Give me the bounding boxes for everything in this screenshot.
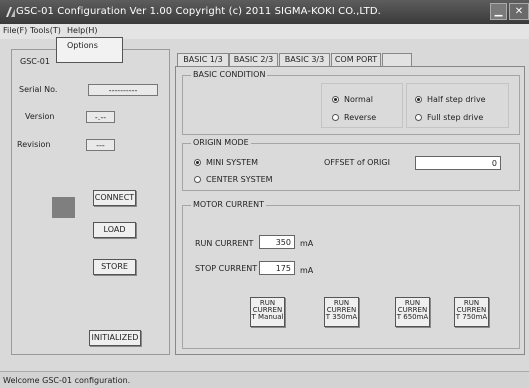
origin-mode-group: ORIGIN MODE MINI SYSTEM CENTER SYSTEM OF… bbox=[182, 138, 520, 191]
center-system-radio[interactable] bbox=[194, 176, 201, 183]
tab-basic-1[interactable]: BASIC 1/3 bbox=[177, 53, 229, 66]
run-current-unit: mA bbox=[300, 239, 314, 248]
menu-file[interactable]: File(F) bbox=[3, 26, 27, 35]
close-icon: ✕ bbox=[514, 6, 524, 17]
title-bar: GSC-01 Configuration Ver 1.00 Copyright … bbox=[0, 0, 529, 24]
motor-current-title: MOTOR CURRENT bbox=[191, 200, 266, 209]
run-current-label: RUN CURRENT bbox=[195, 239, 254, 248]
stop-current-label: STOP CURRENT bbox=[195, 264, 258, 273]
minimize-icon: ▁ bbox=[494, 6, 503, 17]
revision-label: Revision bbox=[17, 140, 51, 149]
status-bar: Welcome GSC-01 configuration. bbox=[0, 371, 529, 388]
origin-mode-title: ORIGIN MODE bbox=[191, 138, 251, 147]
normal-label: Normal bbox=[344, 95, 373, 104]
stop-current-unit: mA bbox=[300, 266, 314, 275]
run-current-650-button[interactable]: RUN CURREN T 650mA bbox=[395, 297, 430, 327]
store-button[interactable]: STORE bbox=[93, 259, 136, 275]
menu-tools[interactable]: Tools(T) bbox=[30, 26, 61, 35]
serial-value: ---------- bbox=[88, 84, 158, 96]
full-step-radio[interactable] bbox=[415, 114, 422, 121]
button-line-3: T 750mA bbox=[455, 313, 488, 321]
connect-button[interactable]: CONNECT bbox=[93, 190, 136, 206]
basic-condition-group: BASIC CONDITION Normal Reverse Half step… bbox=[182, 70, 520, 135]
button-line-3: T Manual bbox=[251, 313, 284, 321]
run-current-350-button[interactable]: RUN CURREN T 350mA bbox=[324, 297, 359, 327]
app-window: GSC-01 Configuration Ver 1.00 Copyright … bbox=[0, 0, 529, 388]
direction-subgroup: Normal Reverse bbox=[321, 83, 403, 128]
run-current-manual-button[interactable]: RUN CURREN T Manual bbox=[250, 297, 285, 327]
stop-current-input[interactable]: 175 bbox=[259, 261, 295, 275]
version-value: -.-- bbox=[86, 111, 115, 123]
tab-basic-3[interactable]: BASIC 3/3 bbox=[279, 53, 330, 66]
button-line-3: T 350mA bbox=[325, 313, 358, 321]
window-title: GSC-01 Configuration Ver 1.00 Copyright … bbox=[16, 6, 381, 17]
step-subgroup: Half step drive Full step drive bbox=[406, 83, 509, 128]
revision-value: --- bbox=[86, 139, 115, 151]
minimize-button[interactable]: ▁ bbox=[490, 3, 507, 20]
half-step-radio[interactable] bbox=[415, 96, 422, 103]
serial-label: Serial No. bbox=[19, 85, 58, 94]
initialized-button[interactable]: INITIALIZED bbox=[89, 330, 141, 346]
reverse-label: Reverse bbox=[344, 113, 377, 122]
normal-radio[interactable] bbox=[332, 96, 339, 103]
close-button[interactable]: ✕ bbox=[509, 3, 529, 20]
tab-basic-2[interactable]: BASIC 2/3 bbox=[229, 53, 278, 66]
menu-help[interactable]: Help(H) bbox=[67, 26, 98, 35]
device-info-panel: GSC-01 Serial No. ---------- Version -.-… bbox=[11, 49, 170, 355]
button-line-3: T 650mA bbox=[396, 313, 429, 321]
offset-label: OFFSET of ORIGI bbox=[324, 158, 390, 167]
run-current-input[interactable]: 350 bbox=[259, 235, 295, 249]
status-text: Welcome GSC-01 configuration. bbox=[3, 376, 131, 385]
tab-com-port[interactable]: COM PORT bbox=[331, 53, 381, 66]
mini-system-radio[interactable] bbox=[194, 159, 201, 166]
center-system-label: CENTER SYSTEM bbox=[206, 175, 273, 184]
tab-blank[interactable] bbox=[382, 53, 412, 66]
app-icon bbox=[6, 7, 15, 17]
load-button[interactable]: LOAD bbox=[93, 222, 136, 238]
basic-condition-title: BASIC CONDITION bbox=[191, 70, 268, 79]
connection-indicator bbox=[52, 197, 75, 218]
reverse-radio[interactable] bbox=[332, 114, 339, 121]
tools-menu-dropdown: Options bbox=[56, 37, 123, 63]
motor-current-group: MOTOR CURRENT RUN CURRENT 350 mA STOP CU… bbox=[182, 200, 520, 349]
tab-page-basic-1: BASIC CONDITION Normal Reverse Half step… bbox=[175, 66, 525, 355]
menu-item-options[interactable]: Options bbox=[67, 41, 98, 50]
offset-input[interactable]: 0 bbox=[415, 156, 501, 170]
group-title: GSC-01 bbox=[20, 57, 50, 66]
full-step-label: Full step drive bbox=[427, 113, 484, 122]
version-label: Version bbox=[25, 112, 55, 121]
half-step-label: Half step drive bbox=[427, 95, 486, 104]
run-current-750-button[interactable]: RUN CURREN T 750mA bbox=[454, 297, 489, 327]
mini-system-label: MINI SYSTEM bbox=[206, 158, 259, 167]
